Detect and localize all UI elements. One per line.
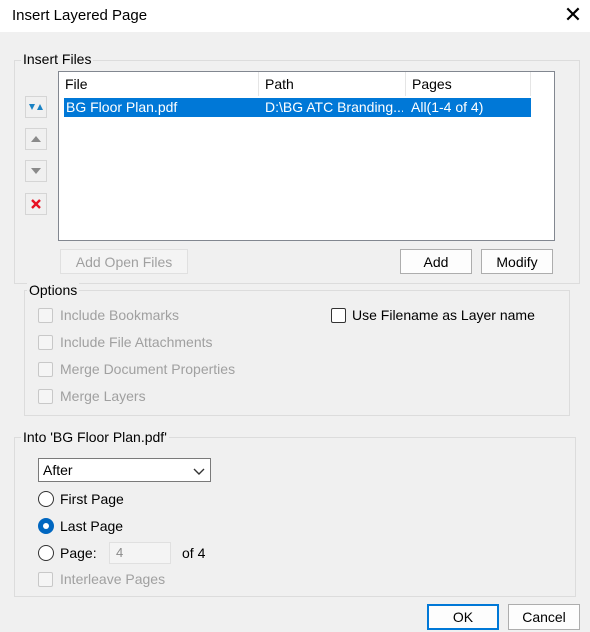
insert-files-label: Insert Files [21,51,94,67]
include-file-attachments-checkbox[interactable] [38,335,53,350]
page-number-input[interactable]: 4 [109,542,171,564]
include-bookmarks-label: Include Bookmarks [60,307,180,323]
options-label: Options [27,282,80,298]
use-filename-as-layer-label: Use Filename as Layer name [352,307,535,323]
column-header-path[interactable]: Path [259,72,406,96]
move-to-top-button[interactable] [25,96,47,118]
move-down-icon [31,168,41,174]
first-page-label: First Page [60,491,124,507]
close-icon[interactable]: ✕ [560,3,586,29]
merge-layers-checkbox[interactable] [38,389,53,404]
chevron-down-icon [193,468,205,475]
move-top-icon [29,104,43,110]
add-button[interactable]: Add [400,249,472,274]
page-of-label: of 4 [182,545,206,561]
cell-pages: All(1-4 of 4) [411,99,484,115]
page-radio[interactable] [38,545,54,561]
last-page-label: Last Page [60,518,124,534]
include-bookmarks-checkbox[interactable] [38,308,53,323]
cancel-button[interactable]: Cancel [508,604,580,630]
add-open-files-button[interactable]: Add Open Files [60,249,188,274]
merge-layers-label: Merge Layers [60,388,146,404]
interleave-pages-checkbox[interactable] [38,572,53,587]
interleave-pages-label: Interleave Pages [60,571,166,587]
last-page-radio[interactable] [38,518,54,534]
position-select-value: After [43,462,73,478]
modify-button[interactable]: Modify [481,249,553,274]
delete-button[interactable] [25,193,47,215]
move-down-button[interactable] [25,160,47,182]
column-header-file[interactable]: File [59,72,259,96]
position-select[interactable]: After [38,458,211,482]
merge-document-properties-checkbox[interactable] [38,362,53,377]
file-list[interactable]: File Path Pages BG Floor Plan.pdf D:\BG … [58,71,555,241]
cell-file: BG Floor Plan.pdf [66,99,178,115]
use-filename-as-layer-checkbox[interactable] [331,308,346,323]
window-title: Insert Layered Page [12,7,148,24]
delete-icon [31,199,41,209]
ok-button[interactable]: OK [427,604,499,630]
merge-document-properties-label: Merge Document Properties [60,361,236,377]
cell-path: D:\BG ATC Branding... [265,99,403,115]
move-up-button[interactable] [25,128,47,150]
column-header-pages[interactable]: Pages [406,72,531,96]
page-label: Page: [60,545,97,561]
include-file-attachments-label: Include File Attachments [60,334,213,350]
into-label: Into 'BG Floor Plan.pdf' [21,429,169,445]
move-up-icon [31,136,41,142]
first-page-radio[interactable] [38,491,54,507]
